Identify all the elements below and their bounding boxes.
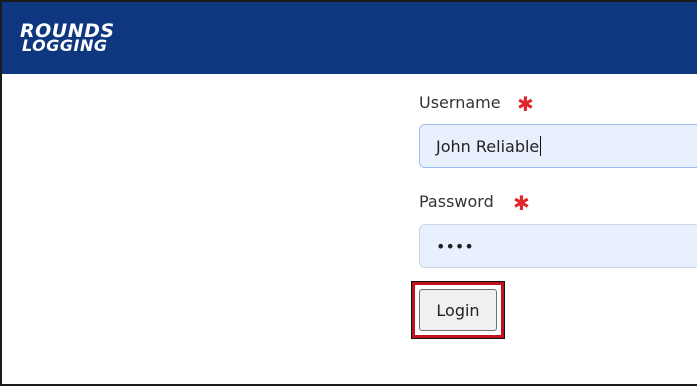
password-label: Password xyxy=(419,192,494,211)
text-cursor xyxy=(540,136,542,156)
username-input[interactable]: John Reliable xyxy=(419,124,697,168)
top-navigation-bar: ROUNDS LOGGING xyxy=(2,2,697,74)
password-input-value: •••• xyxy=(436,236,474,256)
username-label-text: Username xyxy=(419,93,501,112)
password-required-icon: ✱ xyxy=(513,191,530,215)
password-label-text: Password xyxy=(419,192,494,211)
username-required-icon: ✱ xyxy=(517,92,534,116)
rounds-logging-logo[interactable]: ROUNDS LOGGING xyxy=(20,22,144,58)
username-label: Username xyxy=(419,93,501,112)
browser-frame: ROUNDS LOGGING Username ✱ John Reliable … xyxy=(0,0,697,386)
username-input-value: John Reliable xyxy=(436,136,540,156)
password-input[interactable]: •••• xyxy=(419,224,697,268)
login-button[interactable]: Login xyxy=(419,289,497,331)
logo-text-line2: LOGGING xyxy=(22,36,108,55)
